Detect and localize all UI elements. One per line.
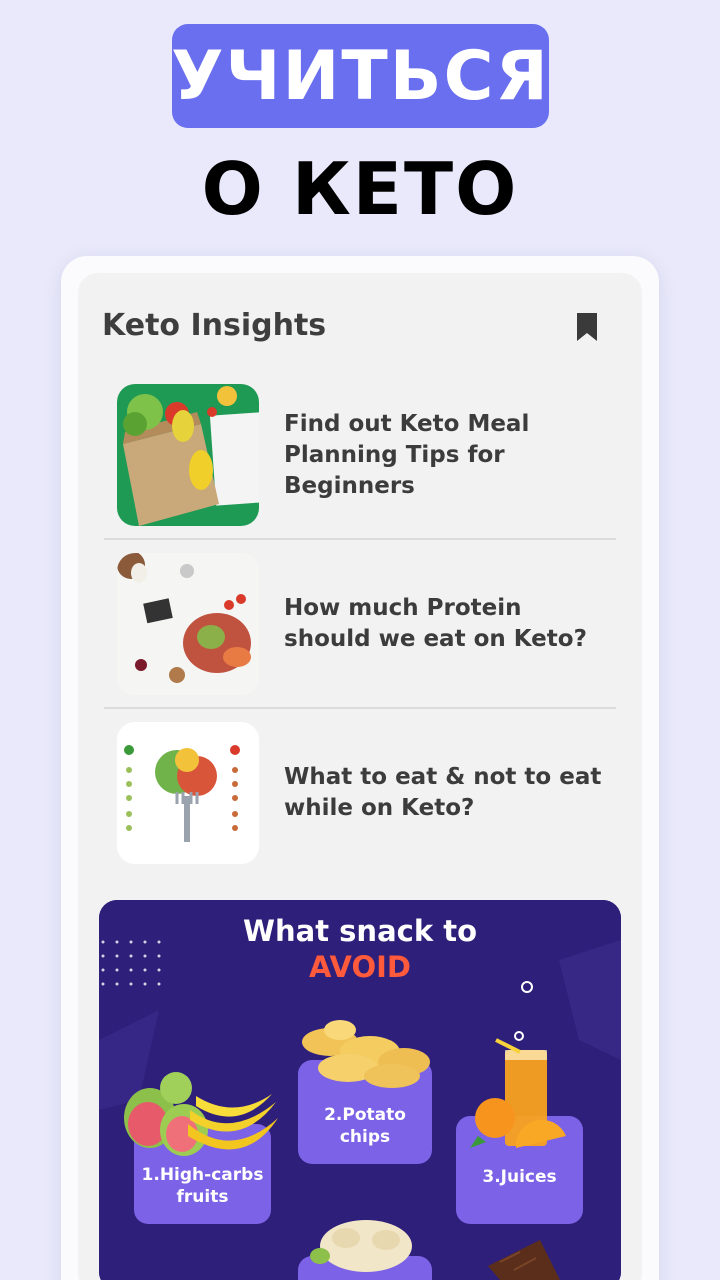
snack-label: 3.Juices <box>482 1167 557 1187</box>
article-item[interactable]: How much Protein should we eat on Keto? <box>104 553 616 717</box>
snack-label: 1.High-carbs fruits <box>141 1165 264 1207</box>
snack-card-fruits[interactable]: 1.High-carbs fruits <box>134 1124 271 1224</box>
article-title: What to eat & not to eat while on Keto? <box>284 764 602 821</box>
hero-title-highlight: УЧИТЬСЯ <box>171 24 549 128</box>
banner-title-avoid: AVOID <box>309 950 411 984</box>
hero-title: О КЕТО <box>201 147 519 231</box>
snack-label: 2.Potato chips <box>324 1105 406 1147</box>
article-thumbnail-grocery <box>117 384 259 526</box>
snack-card-chips[interactable]: 2.Potato chips <box>298 1060 432 1164</box>
article-title: Find out Keto Meal Planning Tips for Beg… <box>284 410 530 499</box>
snack-card-partial <box>298 1256 432 1280</box>
article-thumbnail-eat-chart <box>117 722 259 864</box>
divider <box>104 707 616 709</box>
section-title: Keto Insights <box>102 308 327 343</box>
article-thumbnail-protein <box>117 553 259 695</box>
snack-card-juices[interactable]: 3.Juices <box>456 1116 583 1224</box>
article-item[interactable]: What to eat & not to eat while on Keto? <box>104 722 616 886</box>
divider <box>104 538 616 540</box>
article-title: How much Protein should we eat on Keto? <box>284 595 587 652</box>
bookmark-icon[interactable] <box>574 311 600 343</box>
article-item[interactable]: Find out Keto Meal Planning Tips for Beg… <box>104 384 616 548</box>
banner-title: What snack to <box>243 914 477 948</box>
